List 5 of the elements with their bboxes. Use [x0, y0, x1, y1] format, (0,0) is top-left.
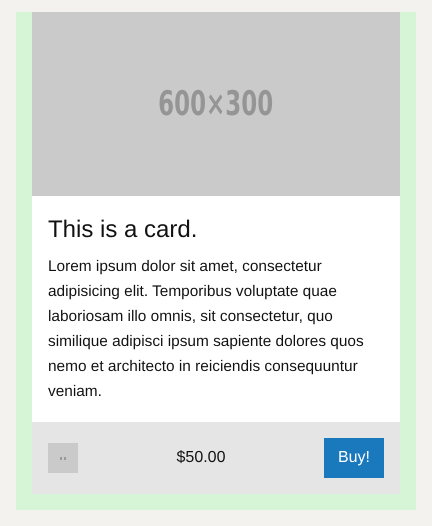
thumbnail-icon [48, 443, 78, 473]
buy-button[interactable]: Buy! [324, 438, 384, 478]
price: $50.00 [176, 449, 226, 467]
card-text: Lorem ipsum dolor sit amet, consectetur adipisicing elit. Temporibus voluptate quae laboriosam illo omnis, sit consectetur, quo similique adipisci ipsum sapiente dolores quos nemo et architecto in reiciendis consequuntur veniam. [48, 257, 365, 402]
card-title: This is a card. [48, 216, 198, 244]
